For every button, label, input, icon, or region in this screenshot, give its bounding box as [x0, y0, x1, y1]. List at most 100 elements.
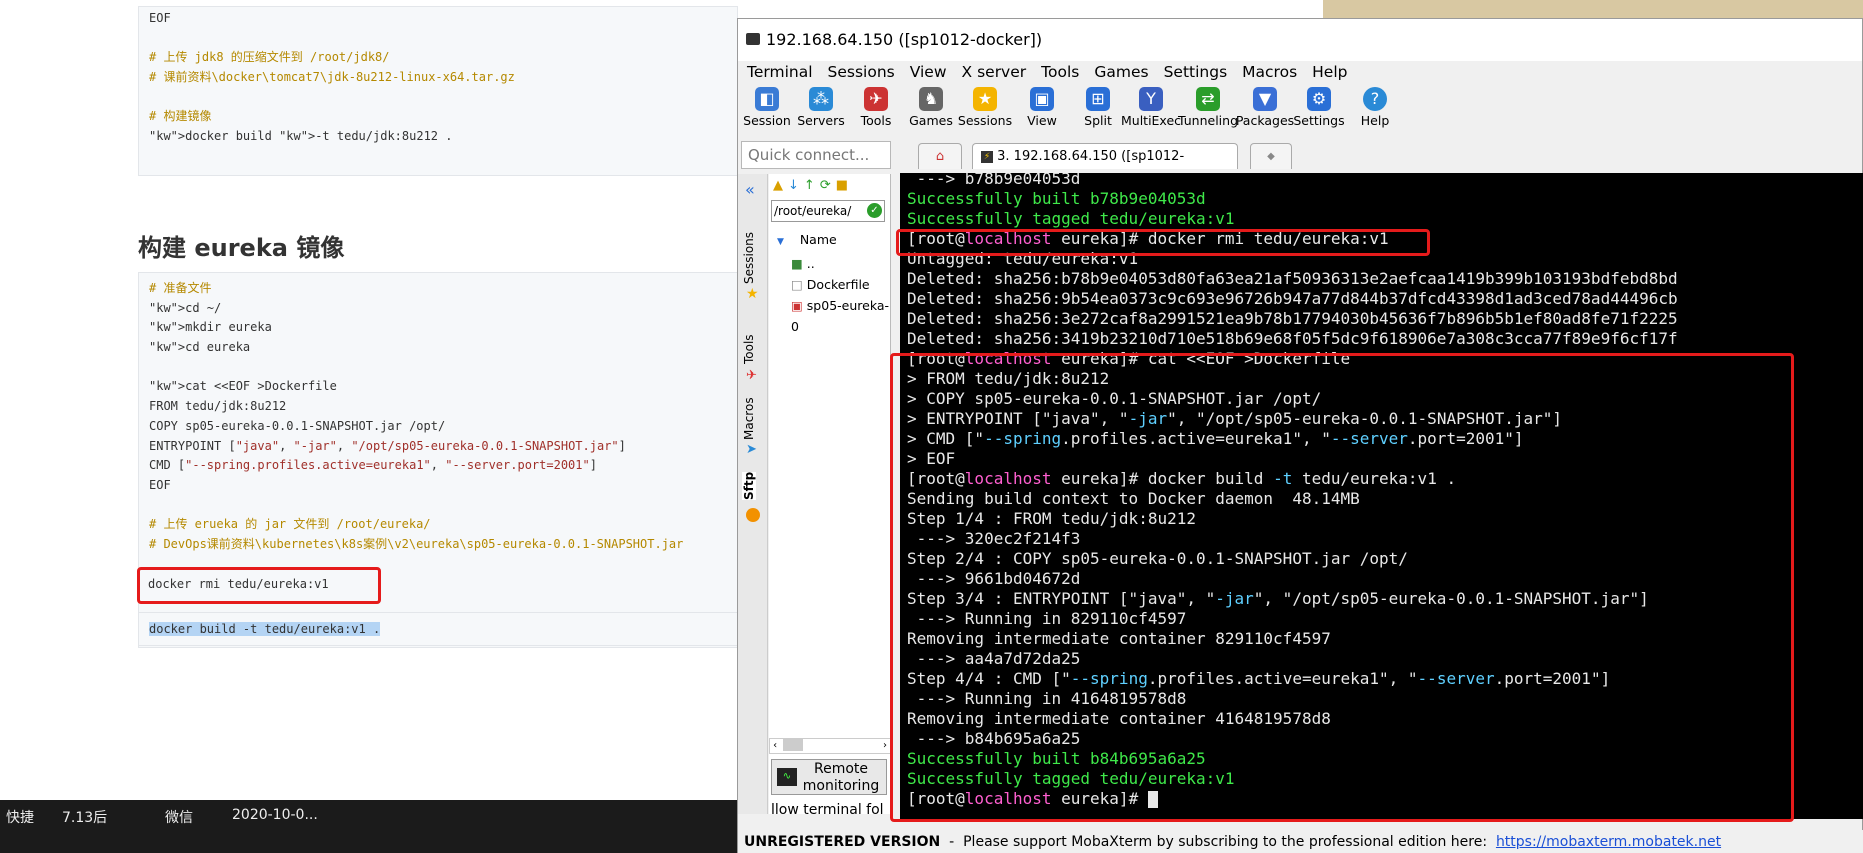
sort-icon: ▼ — [777, 237, 784, 247]
taskbar-item[interactable]: 2020-10-0... — [232, 807, 318, 823]
menu-item[interactable]: View — [910, 63, 947, 81]
code-line: # 课前资料\docker\tomcat7\jdk-8u212-linux-x6… — [149, 70, 515, 85]
packages-toolbar-button[interactable]: ▼ Packages — [1234, 87, 1296, 128]
games-icon: ♞ — [919, 87, 943, 111]
terminal-line: Deleted: sha256:3419b23210d710e518b69e68… — [907, 329, 1678, 348]
code-block-build: docker build -t tedu/eureka:v1 . — [138, 612, 738, 646]
name-column: Name — [799, 232, 837, 247]
section-heading: 构建 eureka 镜像 — [138, 234, 345, 262]
sessions-toolbar-button[interactable]: ★ Sessions — [954, 87, 1016, 128]
settings-toolbar-button[interactable]: ⚙ Settings — [1288, 87, 1350, 128]
terminal-line: ---> b78b9e04053d — [907, 173, 1081, 188]
new-tab-button[interactable]: ◆ — [1250, 143, 1292, 169]
view-icon: ▣ — [1030, 87, 1054, 111]
menu-item[interactable]: Help — [1312, 63, 1347, 81]
tab-sftp[interactable]: Sftp — [742, 471, 756, 500]
code-line: # DevOps课前资料\kubernetes\k8s案例\v2\eureka\… — [149, 536, 684, 551]
menu-item[interactable]: Games — [1094, 63, 1148, 81]
session-icon: ◧ — [755, 87, 779, 111]
status-message: - Please support MobaXterm by subscribin… — [940, 834, 1496, 850]
code-line: "kw">docker build "kw">-t tedu/jdk:8u212… — [149, 129, 453, 144]
file-item[interactable]: □ Dockerfile — [791, 274, 890, 295]
sftp-path-input[interactable]: /root/eureka/ ✓ — [771, 200, 885, 222]
upload-icon[interactable]: ↑ — [804, 178, 820, 193]
star-icon: ★ — [746, 286, 759, 302]
session-tab[interactable]: ⚡ 3. 192.168.64.150 ([sp1012-docker]) ✕ — [972, 143, 1238, 190]
code-line: EOF — [149, 11, 171, 25]
help-toolbar-button[interactable]: ? Help — [1344, 87, 1406, 128]
folder-icon[interactable]: ■ — [836, 178, 853, 193]
taskbar-item[interactable]: 快捷 — [6, 807, 34, 827]
taskbar-item[interactable]: 7.13后 — [62, 807, 107, 827]
remote-monitoring-button[interactable]: ∿ Remote monitoring — [771, 759, 887, 795]
toolbar-label: Split — [1084, 113, 1112, 128]
tools-icon: ✈ — [864, 87, 888, 111]
collapse-icon[interactable]: « — [745, 180, 755, 199]
code-line: "kw">cd ~/ — [149, 300, 222, 315]
home-tab[interactable]: ⌂ — [918, 143, 962, 169]
menu-item[interactable]: Macros — [1242, 63, 1297, 81]
code-line: COPY sp05-eureka-0.0.1-SNAPSHOT.jar /opt… — [149, 418, 446, 433]
servers-toolbar-button[interactable]: ⁂ Servers — [790, 87, 852, 128]
taskbar-item[interactable]: 微信 — [165, 807, 193, 827]
code-line: # 准备文件 — [149, 281, 212, 295]
tunneling-toolbar-button[interactable]: ⇄ Tunneling — [1177, 87, 1239, 128]
jar-icon: ▣ — [791, 298, 803, 313]
side-panel-tabs: « Sessions ★ Tools ✈ Macros ➤ Sftp — [738, 174, 768, 814]
status-bar: UNREGISTERED VERSION - Please support Mo… — [738, 830, 1863, 853]
code-line: "kw">cat <<EOF >Dockerfile — [149, 379, 337, 394]
toolbar-label: View — [1027, 113, 1057, 128]
code-line: ENTRYPOINT ["java", "-jar", "/opt/sp05-e… — [149, 438, 626, 453]
code-line: FROM tedu/jdk:8u212 — [149, 399, 287, 414]
code-line: # 上传 jdk8 的压缩文件到 /root/jdk8/ — [149, 50, 390, 65]
menu-item[interactable]: X server — [962, 63, 1027, 81]
toolbar-label: MultiExec — [1120, 113, 1182, 128]
toolbar-label: Help — [1360, 113, 1390, 128]
follow-terminal-checkbox[interactable]: llow terminal fol — [771, 802, 891, 818]
menu-bar: Terminal Sessions View X server Tools Games Se… — [738, 61, 1862, 83]
refresh-icon[interactable]: ⟳ — [820, 178, 836, 193]
quick-connect-input[interactable]: Quick connect... — [741, 141, 891, 169]
toolbar: ◧ Session ⁂ Servers ✈ Tools ♞ Games ★ Sessions ▣ Vi… — [738, 83, 1862, 141]
menu-item[interactable]: Tools — [1041, 63, 1079, 81]
code-block-jdk: EOF # 上传 jdk8 的压缩文件到 /root/jdk8/ # 课前资料\d… — [138, 6, 738, 176]
highlight-terminal-rmi — [896, 229, 1430, 256]
file-item[interactable]: ▣ sp05-eureka-0 — [791, 295, 890, 337]
horizontal-scrollbar[interactable]: ‹ › — [769, 738, 891, 754]
upload-folder-icon[interactable]: ▲ — [773, 178, 788, 193]
view-toolbar-button[interactable]: ▣ View — [1011, 87, 1073, 128]
file-item[interactable]: ■ .. — [791, 253, 890, 274]
multiexec-toolbar-button[interactable]: Y MultiExec — [1120, 87, 1182, 128]
tab-tools[interactable]: Tools — [742, 334, 756, 364]
title-bar: 192.168.64.150 ([sp1012-docker]) — [738, 19, 1862, 61]
tools-icon: ✈ — [746, 368, 757, 383]
sftp-column-header[interactable]: ▼ Name — [769, 232, 890, 247]
file-icon: □ — [791, 277, 803, 292]
download-icon[interactable]: ↓ — [788, 178, 804, 193]
status-link[interactable]: https://mobaxterm.mobatek.net — [1496, 834, 1721, 850]
confirm-icon[interactable]: ✓ — [867, 203, 882, 218]
toolbar-label: Packages — [1235, 113, 1295, 128]
games-toolbar-button[interactable]: ♞ Games — [900, 87, 962, 128]
window-title: 192.168.64.150 ([sp1012-docker]) — [766, 30, 1043, 49]
sessions-icon: ★ — [973, 87, 997, 111]
monitor-icon: ∿ — [777, 768, 797, 786]
tools-toolbar-button[interactable]: ✈ Tools — [845, 87, 907, 128]
parent-folder-icon: ■ — [791, 256, 803, 271]
menu-item[interactable]: Sessions — [828, 63, 895, 81]
tab-sessions[interactable]: Sessions — [742, 232, 756, 284]
file-name: Dockerfile — [806, 277, 870, 292]
code-line: CMD ["--spring.profiles.active=eureka1",… — [149, 458, 597, 473]
packages-icon: ▼ — [1253, 87, 1277, 111]
code-rmi: docker rmi tedu/eureka:v1 — [148, 577, 329, 591]
servers-icon: ⁂ — [809, 87, 833, 111]
help-icon: ? — [1363, 87, 1387, 111]
settings-icon: ⚙ — [1307, 87, 1331, 111]
menu-item[interactable]: Settings — [1164, 63, 1228, 81]
session-toolbar-button[interactable]: ◧ Session — [736, 87, 798, 128]
toolbar-label: Tunneling — [1178, 113, 1238, 128]
toolbar-label: Tools — [860, 113, 892, 128]
menu-item[interactable]: Terminal — [747, 63, 813, 81]
tab-macros[interactable]: Macros — [742, 397, 756, 440]
